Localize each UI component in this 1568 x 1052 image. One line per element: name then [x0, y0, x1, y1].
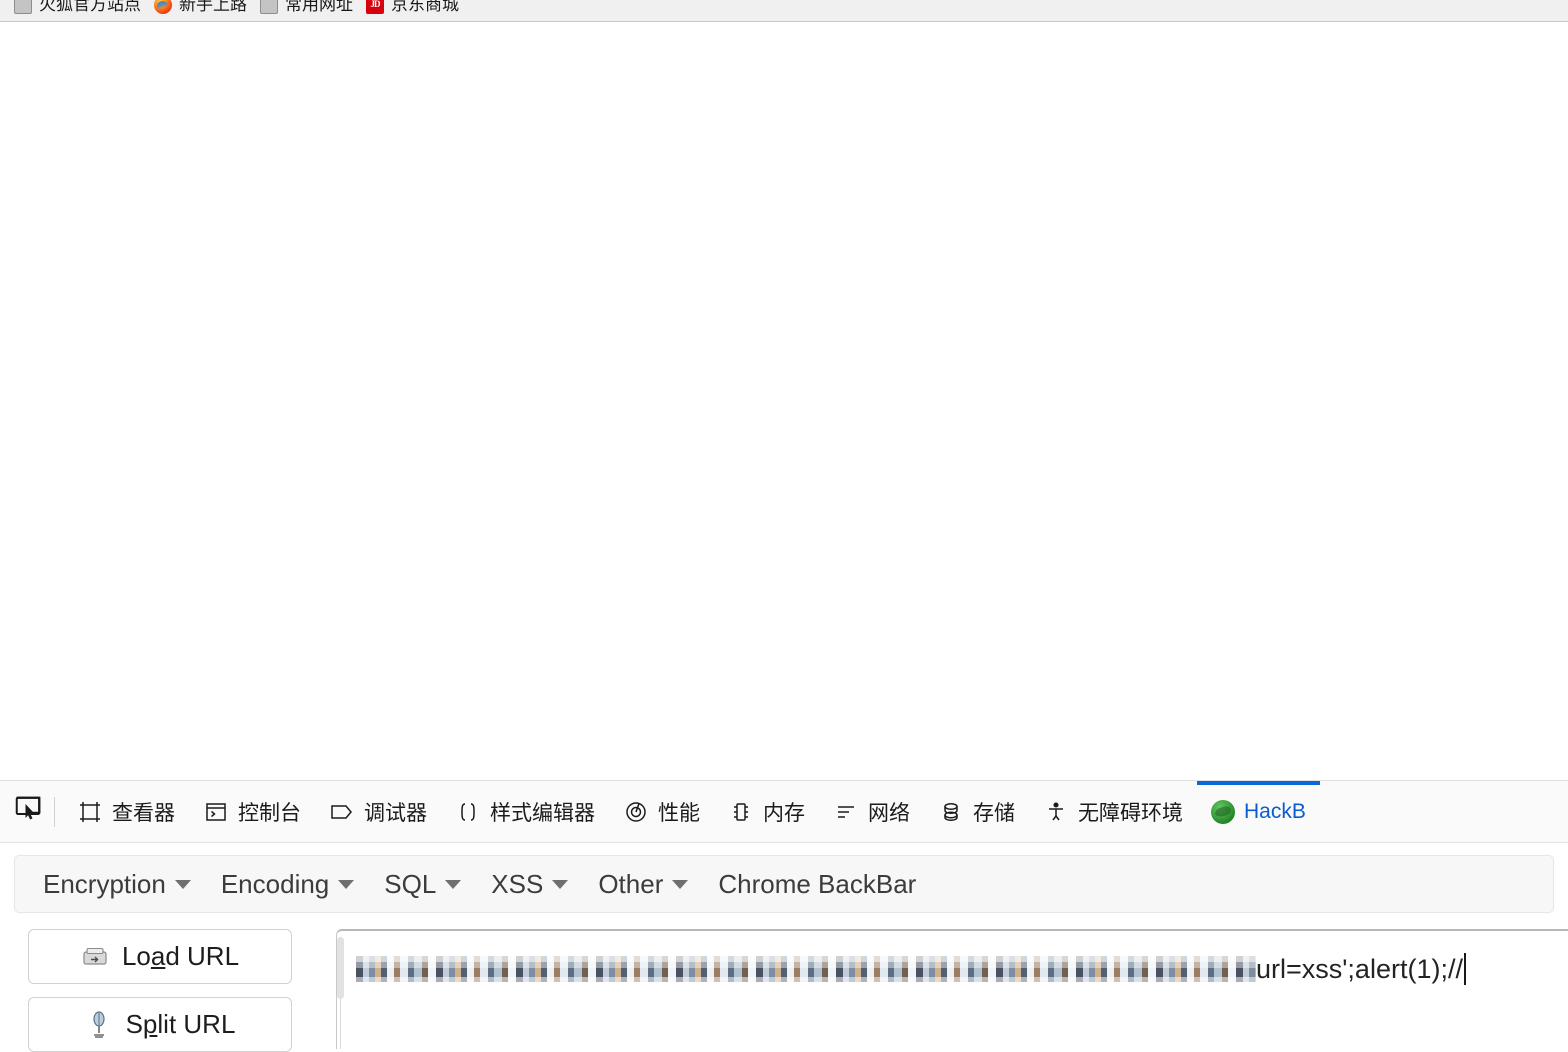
chevron-down-icon: [174, 879, 191, 889]
split-url-icon: [85, 1010, 113, 1039]
bookmarks-bar: 火狐官方站点 新手上路 常用网址 京东商城: [0, 0, 1568, 22]
bookmark-label: 常用网址: [285, 0, 353, 14]
inspector-icon: [77, 799, 103, 825]
console-icon: [203, 799, 229, 825]
generic-bookmark-icon: [14, 0, 32, 14]
chevron-down-icon: [338, 879, 355, 889]
tab-memory[interactable]: 内存: [714, 781, 819, 842]
url-input[interactable]: url=xss';alert(1);//: [336, 929, 1568, 1049]
load-url-icon: [81, 943, 109, 971]
menu-sql[interactable]: SQL: [370, 865, 477, 904]
load-url-label: Load URL: [121, 941, 240, 971]
tab-label: HackB: [1244, 799, 1306, 823]
devtools-tab-bar: 查看器 控制台 调试器 样式编辑器 性能 内存 网络 存储 无障碍环境 Hack…: [0, 781, 1568, 843]
menu-chrome-backbar[interactable]: Chrome BackBar: [704, 865, 932, 904]
url-redacted-text: [356, 956, 1256, 982]
text-cursor: [1463, 953, 1466, 985]
tab-label: 网络: [868, 801, 910, 825]
chevron-down-icon: [445, 879, 462, 889]
chevron-down-icon: [672, 879, 689, 889]
chevron-down-icon: [552, 879, 569, 889]
storage-icon: [938, 799, 964, 825]
menu-label: XSS: [491, 868, 544, 899]
tab-inspector[interactable]: 查看器: [63, 781, 189, 842]
tab-label: 内存: [763, 801, 805, 825]
tab-label: 调试器: [364, 801, 427, 825]
tab-label: 查看器: [112, 801, 175, 825]
style-editor-icon: [455, 799, 481, 825]
memory-icon: [728, 799, 754, 825]
bookmark-label: 新手上路: [179, 0, 247, 14]
menu-label: Encoding: [220, 868, 330, 899]
tab-hackbar[interactable]: HackB: [1197, 781, 1320, 842]
load-url-button[interactable]: Load URL: [28, 929, 292, 984]
accessibility-icon: [1043, 799, 1069, 825]
hackbar-icon: [1211, 799, 1235, 824]
hackbar-panel: Encryption Encoding SQL XSS Other Chrome…: [0, 843, 1568, 1052]
url-input-text-row: url=xss';alert(1);//: [356, 952, 1568, 986]
bookmark-item-1[interactable]: 新手上路: [150, 0, 256, 16]
tab-label: 存储: [973, 801, 1015, 825]
bookmark-label: 京东商城: [391, 0, 459, 14]
performance-icon: [623, 799, 649, 825]
firefox-icon: [154, 0, 172, 14]
url-input-scrollbar-thumb[interactable]: [337, 937, 344, 999]
bookmark-item-0[interactable]: 火狐官方站点: [10, 0, 150, 16]
menu-label: Chrome BackBar: [718, 868, 917, 899]
menu-encoding[interactable]: Encoding: [207, 865, 370, 904]
bookmark-label: 火狐官方站点: [39, 0, 141, 14]
debugger-icon: [329, 799, 355, 825]
element-picker-icon: [13, 794, 43, 829]
element-picker-button[interactable]: [6, 790, 50, 834]
split-url-button[interactable]: Split URL: [28, 997, 292, 1052]
menu-xss[interactable]: XSS: [477, 865, 584, 904]
bookmark-item-2[interactable]: 常用网址: [256, 0, 362, 16]
url-visible-text: url=xss';alert(1);//: [1256, 953, 1463, 984]
tab-debugger[interactable]: 调试器: [315, 781, 441, 842]
tab-label: 控制台: [238, 801, 301, 825]
tab-network[interactable]: 网络: [819, 781, 924, 842]
devtools-panel: 查看器 控制台 调试器 样式编辑器 性能 内存 网络 存储 无障碍环境 Hack…: [0, 780, 1568, 1052]
generic-bookmark-icon: [260, 0, 278, 14]
url-field-wrapper: url=xss';alert(1);//: [336, 929, 1568, 1049]
menu-encryption[interactable]: Encryption: [29, 865, 207, 904]
hackbar-menu-bar: Encryption Encoding SQL XSS Other Chrome…: [14, 855, 1554, 913]
menu-label: Encryption: [43, 868, 166, 899]
tab-console[interactable]: 控制台: [189, 781, 315, 842]
toolbar-divider: [54, 796, 55, 827]
menu-label: Other: [598, 868, 664, 899]
tab-accessibility[interactable]: 无障碍环境: [1029, 781, 1197, 842]
tab-label: 样式编辑器: [490, 801, 595, 825]
bookmark-item-3[interactable]: 京东商城: [362, 0, 468, 16]
tab-performance[interactable]: 性能: [609, 781, 714, 842]
split-url-label: Split URL: [125, 1009, 236, 1039]
hackbar-action-buttons: Load URL Split URL: [14, 929, 292, 1052]
tab-style-editor[interactable]: 样式编辑器: [441, 781, 609, 842]
tab-label: 性能: [658, 801, 700, 825]
menu-other[interactable]: Other: [584, 865, 704, 904]
page-content-area: [0, 23, 1568, 780]
hackbar-body: Load URL Split URL url=xss';alert(1);//: [14, 913, 1568, 1052]
menu-label: SQL: [384, 868, 437, 899]
tab-storage[interactable]: 存储: [924, 781, 1029, 842]
jd-logo-icon: [366, 0, 384, 14]
network-icon: [833, 799, 859, 825]
tab-label: 无障碍环境: [1078, 801, 1183, 825]
